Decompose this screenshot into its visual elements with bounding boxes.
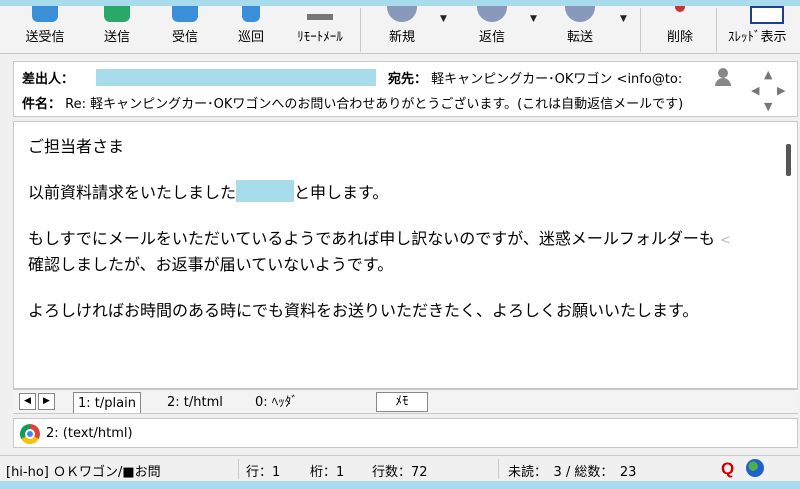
body-line: 以前資料請求をいたしました と申します。 — [28, 180, 768, 206]
forward-label: 転送 — [566, 30, 593, 45]
status-separator — [238, 459, 239, 479]
send-icon — [104, 6, 130, 22]
body-line: 確認しましたが、お返事が届いていないようです。 — [28, 255, 394, 274]
body-text: ご担当者さま 以前資料請求をいたしました と申します。 もしすでにメールをいただい… — [28, 134, 768, 324]
memo-button[interactable]: ﾒﾓ — [376, 392, 428, 412]
delete-button[interactable]: 削除 — [652, 6, 708, 54]
attachment-bar: 2: (text/html) — [13, 418, 798, 448]
subject-label: 件名： — [22, 97, 62, 112]
remote-mail-icon — [307, 14, 333, 20]
body-line: よろしければお時間のある時にでも資料をお送りいただきたく、よろしくお願いいたしま… — [28, 301, 699, 320]
new-mail-dropdown-icon[interactable]: ▼ — [440, 14, 447, 24]
send-label: 送信 — [103, 30, 130, 45]
q-icon[interactable]: Q — [721, 459, 740, 478]
from-label: 差出人： — [22, 72, 75, 87]
add-contact-icon[interactable] — [714, 68, 732, 86]
to-value[interactable]: 軽キャンピングカー･OKワゴン <info@to: — [431, 72, 682, 87]
thread-view-button[interactable]: ｽﾚｯﾄﾞ表示 — [724, 6, 798, 54]
status-line-count: 行数：72 — [372, 465, 428, 480]
tab-text-plain[interactable]: 1: t/plain — [73, 392, 141, 413]
receive-icon — [172, 6, 198, 22]
patrol-label: 巡回 — [237, 30, 264, 45]
thread-view-label: ｽﾚｯﾄﾞ表示 — [728, 30, 787, 45]
subject-value: Re: 軽キャンピングカー･OKワゴンへのお問い合わせありがとうございます。(こ… — [65, 97, 684, 112]
status-separator — [498, 459, 499, 479]
name-redacted — [236, 180, 295, 202]
thread-view-icon — [750, 6, 784, 24]
new-mail-button[interactable]: 新規 — [372, 6, 432, 54]
reply-icon — [477, 6, 507, 22]
status-line: 行：1 — [246, 465, 281, 480]
send-receive-label: 送受信 — [25, 30, 65, 45]
toolbar-separator — [716, 8, 717, 52]
reply-button[interactable]: 返信 — [462, 6, 522, 54]
message-body[interactable]: ご担当者さま 以前資料請求をいたしました と申します。 もしすでにメールをいただい… — [13, 121, 798, 389]
reply-dropdown-icon[interactable]: ▼ — [530, 14, 537, 24]
to-label: 宛先： — [388, 72, 428, 87]
nav-right-icon[interactable]: ▶ — [777, 84, 785, 97]
patrol-icon — [242, 6, 260, 22]
new-mail-icon — [387, 6, 417, 22]
nav-down-icon[interactable]: ▼ — [764, 100, 772, 113]
status-column: 桁：1 — [310, 465, 345, 480]
part-tabs: ◀ ▶ 1: t/plain 2: t/html 0: ﾍｯﾀﾞ ﾒﾓ — [13, 389, 798, 414]
forward-dropdown-icon[interactable]: ▼ — [620, 14, 627, 24]
forward-button[interactable]: 転送 — [550, 6, 610, 54]
reply-label: 返信 — [478, 30, 505, 45]
to-row: 宛先： 軽キャンピングカー･OKワゴン <info@to: — [388, 68, 682, 87]
nav-up-icon[interactable]: ▲ — [764, 68, 772, 81]
body-line: もしすでにメールをいただいているようであれば申し訳ないのですが、迷惑メールフォル… — [28, 229, 731, 248]
attachment-label[interactable]: 2: (text/html) — [46, 426, 133, 441]
toolbar: 送受信 送信 受信 巡回 ﾘﾓｰﾄﾒｰﾙ 新規 ▼ 返信 ▼ 転送 ▼ 削除 ｽ… — [0, 0, 800, 54]
tab-header[interactable]: 0: ﾍｯﾀﾞ — [251, 392, 302, 413]
globe-icon[interactable] — [746, 459, 764, 477]
tab-scroll-right-icon[interactable]: ▶ — [38, 393, 55, 410]
send-button[interactable]: 送信 — [90, 6, 144, 54]
status-bar: [hi-ho] ＯＫワゴン/■お問 行：1 桁：1 行数：72 未読： 3 / … — [0, 455, 800, 481]
nav-left-icon[interactable]: ◀ — [751, 84, 759, 97]
receive-label: 受信 — [171, 30, 198, 45]
toolbar-separator — [640, 8, 641, 52]
scroll-thumb[interactable] — [786, 144, 791, 176]
tab-scroll-left-icon[interactable]: ◀ — [19, 393, 36, 410]
receive-button[interactable]: 受信 — [158, 6, 212, 54]
header-nav-pad: ▲ ◀ ▶ ▼ — [751, 68, 787, 113]
line-clip-mark: < — [719, 233, 731, 248]
delete-label: 削除 — [666, 30, 693, 45]
from-row: 差出人： — [22, 68, 74, 87]
message-header: 差出人： 宛先： 軽キャンピングカー･OKワゴン <info@to: 件名： R… — [13, 61, 798, 117]
body-scrollbar[interactable] — [780, 122, 797, 388]
bottom-border — [0, 481, 800, 489]
new-mail-label: 新規 — [388, 30, 415, 45]
send-receive-icon — [32, 6, 58, 22]
forward-icon — [565, 6, 595, 22]
tab-text-html[interactable]: 2: t/html — [163, 392, 227, 413]
subject-row: 件名： Re: 軽キャンピングカー･OKワゴンへのお問い合わせありがとうございま… — [22, 93, 683, 112]
delete-icon — [675, 6, 685, 12]
status-unread-total: 未読： 3 / 総数： 23 — [508, 465, 637, 480]
remote-mail-label: ﾘﾓｰﾄﾒｰﾙ — [297, 30, 343, 45]
status-account: [hi-ho] ＯＫワゴン/■お問 — [6, 465, 161, 480]
from-redacted — [96, 69, 376, 86]
body-line: ご担当者さま — [28, 137, 125, 156]
browser-icon[interactable] — [20, 424, 40, 444]
send-receive-button[interactable]: 送受信 — [14, 6, 76, 54]
toolbar-separator — [360, 8, 361, 52]
patrol-button[interactable]: 巡回 — [224, 6, 278, 54]
remote-mail-button[interactable]: ﾘﾓｰﾄﾒｰﾙ — [286, 6, 354, 54]
